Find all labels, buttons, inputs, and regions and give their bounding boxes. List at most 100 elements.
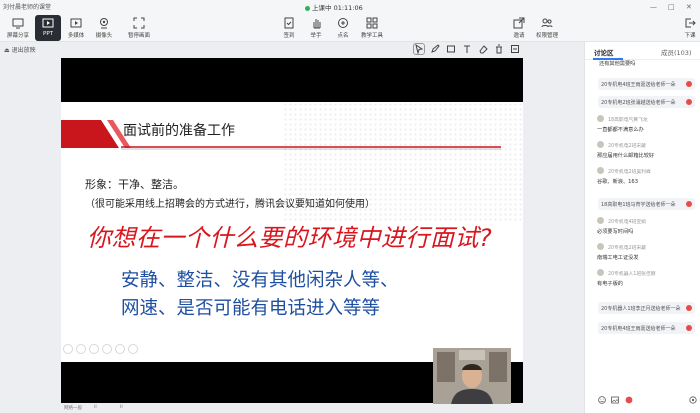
pause-screen-icon [133, 17, 145, 29]
raise-hand-icon [313, 19, 321, 29]
tab-members[interactable]: 成员(103) [661, 47, 691, 57]
slide-title: 面试前的准备工作 [123, 123, 235, 139]
exit-slideshow-button[interactable]: ⏏ 退出放映 [4, 45, 36, 54]
gift-notice: 20专机电4班王雨嘉送给老师一朵 [598, 322, 695, 334]
sidebar-tabs: 讨论区 成员(103) [585, 42, 700, 60]
window-title: 刘付晨老师的课堂 [3, 4, 52, 11]
slide-subtext-2: 网速、是否可能有电话进入等等 [121, 298, 381, 319]
message-text: 还有其他需要吗 [599, 61, 636, 67]
camera-icon [100, 18, 108, 29]
teaching-tools-icon [366, 17, 378, 29]
avatar [597, 115, 604, 122]
invite-button[interactable]: 邀请 [509, 15, 529, 41]
close-icon[interactable]: ✕ [686, 3, 692, 11]
ppt-label: PPT [43, 31, 53, 37]
stage-bottom-bar: 网络一般 II II [0, 404, 584, 413]
flower-icon [686, 99, 692, 105]
live-status: 上课中 01:11:06 [305, 2, 363, 12]
raise-hand-label: 举手 [310, 33, 322, 39]
message-text: 一直都都不满意么办 [597, 127, 644, 133]
avatar [597, 167, 604, 174]
message-text: 谷歌、新浪、163 [597, 179, 639, 185]
screen-share-icon [12, 18, 24, 29]
play-slide-icon[interactable] [76, 344, 86, 354]
copy-slide-icon[interactable] [102, 344, 112, 354]
image-icon[interactable] [611, 396, 619, 404]
message-sender: 20专机器人1班张佳颖 [608, 272, 656, 277]
message-sender: 20专机电2班宋藏 [608, 246, 646, 251]
rectangle-tool-icon[interactable] [446, 44, 456, 54]
settings-icon[interactable] [689, 396, 697, 404]
minimize-icon[interactable]: — [650, 3, 657, 11]
slide-controls [63, 344, 138, 354]
eraser-tool-icon[interactable] [478, 44, 488, 54]
ppt-icon [42, 18, 54, 28]
gift-notice-text: 20专机器人1班李正月送给老师一朵 [601, 306, 681, 312]
pen-tool-icon[interactable] [430, 44, 440, 54]
screen-share-button[interactable]: 屏幕分享 [3, 15, 33, 41]
message-sender: 20专机电2班宋藏 [608, 144, 646, 149]
tab-discussion[interactable]: 讨论区 [594, 47, 614, 57]
message-sender: 18高职电气黄飞龙 [608, 118, 648, 123]
gift-notice-text: 18高职电1班马育宇送给老师一朵 [601, 202, 676, 208]
emoji-icon[interactable] [598, 396, 606, 404]
pause-screen-button[interactable]: 暂停画面 [124, 15, 154, 41]
avatar [597, 141, 604, 148]
menu-slide-icon[interactable] [128, 344, 138, 354]
message-sender: 20专机电2班吴利峰 [608, 170, 651, 175]
gift-notice: 20专机电4班王雨嘉送给老师一朵 [598, 78, 695, 90]
flower-icon [686, 81, 692, 87]
avatar [597, 243, 604, 250]
flower-send-icon[interactable] [625, 396, 633, 404]
exit-slideshow-label: 退出放映 [11, 47, 36, 54]
network-status: 网络一般 [64, 406, 82, 411]
message-text: 必须要写时间吗 [597, 229, 634, 235]
avatar [597, 217, 604, 224]
presentation-stage: ⏏ 退出放映 面试前的准备工作 形象：干净、整洁。 （很可能采用线上招聘会的方式… [0, 42, 584, 413]
camera-button[interactable]: 摄像头 [91, 15, 117, 41]
roll-call-label: 点名 [337, 33, 349, 39]
pointer-tool-icon[interactable] [413, 43, 425, 55]
media-button[interactable]: 多媒体 [63, 15, 89, 41]
text-tool-icon[interactable] [462, 44, 472, 54]
live-dot-icon [305, 5, 310, 11]
teaching-tools-button[interactable]: 教学工具 [358, 15, 386, 41]
camera-label: 摄像头 [95, 33, 113, 39]
exit-icon: ⏏ [4, 47, 12, 54]
zoom-slide-icon[interactable] [115, 344, 125, 354]
end-class-button[interactable]: 下课 [680, 15, 700, 41]
gift-notice: 20专机器人1班李正月送给老师一朵 [598, 302, 695, 314]
flower-icon [686, 201, 692, 207]
invite-label: 邀请 [513, 33, 525, 39]
bottom-item-2[interactable]: II [94, 405, 97, 412]
gift-notice-text: 20专机电4班王雨嘉送给老师一朵 [601, 326, 676, 332]
next-slide-icon[interactable] [89, 344, 99, 354]
live-status-text: 上课中 01:11:06 [312, 4, 363, 12]
avatar [597, 269, 604, 276]
gift-notice: 18高职电1班马育宇送给老师一朵 [598, 198, 695, 210]
bottom-item-3[interactable]: II [120, 405, 123, 412]
more-tools-icon[interactable] [510, 44, 520, 54]
raise-hand-button[interactable]: 举手 [306, 15, 326, 41]
maximize-icon[interactable]: □ [668, 3, 675, 11]
media-icon [70, 18, 82, 28]
flower-icon [686, 305, 692, 311]
roll-call-button[interactable]: 点名 [333, 15, 353, 41]
discussion-sidebar: 讨论区 成员(103) 还有其他需要吗 20专机电4班王雨嘉送给老师一朵 20专… [584, 42, 700, 413]
checkin-button[interactable]: 签到 [279, 15, 299, 41]
invite-icon [513, 17, 525, 29]
roll-call-icon [338, 18, 348, 28]
prev-slide-icon[interactable] [63, 344, 73, 354]
teacher-camera-feed [433, 348, 511, 405]
ppt-button[interactable]: PPT [35, 15, 61, 41]
stage-subbar: ⏏ 退出放映 [0, 42, 584, 56]
permission-button[interactable]: 权限管理 [533, 15, 561, 41]
checkin-label: 签到 [283, 33, 295, 39]
chat-footer [585, 390, 700, 412]
clear-tool-icon[interactable] [494, 44, 504, 54]
message-sender: 20专机电4班宣娟 [608, 220, 646, 225]
classroom-app: 刘付晨老师的课堂 上课中 01:11:06 — □ ✕ 屏幕分享 PPT 多媒体… [0, 0, 700, 413]
message-text: 那应届用什么邮箱比较好 [597, 153, 655, 159]
message-text: 南瑞工电工证没发 [597, 255, 639, 261]
slide-text-line1: 形象：干净、整洁。 [85, 178, 184, 191]
